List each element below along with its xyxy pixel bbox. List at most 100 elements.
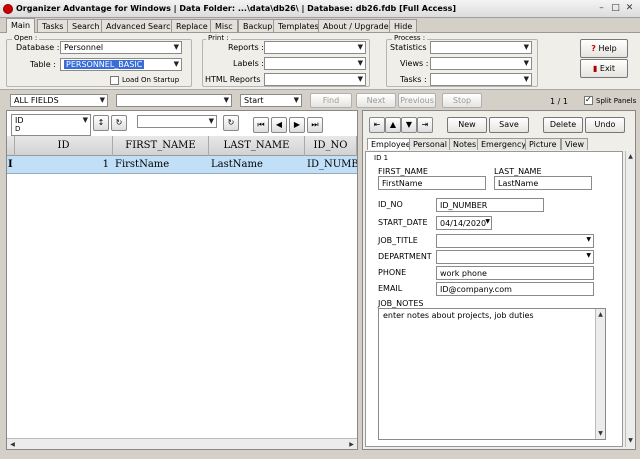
- last-record-icon[interactable]: ⏭: [307, 117, 323, 133]
- new-button[interactable]: New: [447, 117, 487, 133]
- tab-hide[interactable]: Hide: [389, 19, 418, 32]
- exit-button[interactable]: ▮ Exit: [580, 59, 628, 78]
- chevron-down-icon: ▼: [357, 75, 363, 83]
- tab-misc[interactable]: Misc: [210, 19, 238, 32]
- tab-advanced-search[interactable]: Advanced Search: [101, 19, 181, 32]
- cell-id-no[interactable]: ID_NUMBER: [305, 156, 357, 173]
- exit-label: Exit: [599, 64, 616, 73]
- tab-emergency[interactable]: Emergency: [477, 138, 531, 150]
- load-on-startup-checkbox[interactable]: [110, 76, 119, 85]
- column-header-id-no[interactable]: ID_NO: [305, 136, 357, 156]
- last-icon[interactable]: ⇥: [417, 117, 433, 133]
- scroll-up-icon[interactable]: ▲: [596, 310, 605, 319]
- scroll-left-icon[interactable]: ◀: [8, 440, 17, 449]
- html-reports-select[interactable]: ▼: [264, 73, 366, 86]
- employee-form: ID 1 FIRST_NAME LAST_NAME FirstName Last…: [365, 151, 623, 447]
- start-date-label: START_DATE: [378, 218, 428, 227]
- views-select[interactable]: ▼: [430, 57, 532, 70]
- column-header-id[interactable]: ID: [15, 136, 113, 156]
- database-select[interactable]: Personnel ▼: [60, 41, 182, 54]
- main-tabs: Main Tasks Search Advanced Search Replac…: [0, 18, 640, 33]
- maximize-button[interactable]: □: [610, 3, 621, 14]
- last-name-field[interactable]: LastName: [494, 176, 592, 190]
- filter-select[interactable]: ▼: [137, 115, 217, 128]
- tab-main[interactable]: Main: [6, 18, 36, 33]
- scroll-down-icon[interactable]: ▼: [596, 429, 605, 438]
- notes-scrollbar[interactable]: ▲ ▼: [595, 309, 605, 439]
- ribbon: Open : Database : Personnel ▼ Table : PE…: [0, 32, 640, 90]
- start-date-field[interactable]: 04/14/2020 ▼: [436, 216, 492, 230]
- scroll-down-icon[interactable]: ▼: [626, 436, 635, 445]
- chevron-down-icon: ▼: [357, 43, 363, 51]
- email-label: EMAIL: [378, 284, 403, 293]
- tab-personal[interactable]: Personal: [409, 138, 452, 150]
- tab-notes[interactable]: Notes: [449, 138, 481, 150]
- email-field[interactable]: ID@company.com: [436, 282, 594, 296]
- next-record-icon[interactable]: ▶: [289, 117, 305, 133]
- cell-id[interactable]: 1: [15, 156, 111, 173]
- refresh-icon[interactable]: ↻: [111, 115, 127, 131]
- table-value: PERSONNEL_BASIC: [64, 60, 145, 69]
- close-button[interactable]: ✕: [624, 3, 635, 14]
- job-title-select[interactable]: ▼: [436, 234, 594, 248]
- save-button[interactable]: Save: [489, 117, 529, 133]
- next-button[interactable]: Next: [356, 93, 396, 108]
- department-select[interactable]: ▼: [436, 250, 594, 264]
- tab-templates[interactable]: Templates: [273, 19, 324, 32]
- sort-direction-icon[interactable]: ↕: [93, 115, 109, 131]
- table-select[interactable]: PERSONNEL_BASIC ▼: [60, 58, 182, 71]
- tab-about-upgrade[interactable]: About / Upgrade: [318, 19, 394, 32]
- down-icon[interactable]: ▼: [401, 117, 417, 133]
- search-text-input[interactable]: ▼: [116, 94, 232, 107]
- chevron-down-icon: ▼: [173, 43, 179, 51]
- stop-button[interactable]: Stop: [442, 93, 482, 108]
- scroll-right-icon[interactable]: ▶: [347, 440, 356, 449]
- first-icon[interactable]: ⇤: [369, 117, 385, 133]
- database-label: Database :: [16, 43, 60, 52]
- cell-first-name[interactable]: FirstName: [113, 156, 207, 173]
- exit-icon: ▮: [592, 64, 598, 73]
- split-panels-checkbox[interactable]: [584, 95, 593, 105]
- tab-tasks[interactable]: Tasks: [37, 19, 69, 32]
- tab-picture[interactable]: Picture: [525, 138, 561, 150]
- chevron-down-icon: ▼: [523, 75, 529, 83]
- last-name-label: LAST_NAME: [494, 167, 542, 176]
- search-position-select[interactable]: Start ▼: [240, 94, 302, 107]
- horizontal-scrollbar[interactable]: ◀ ▶: [7, 438, 357, 449]
- first-name-field[interactable]: FirstName: [378, 176, 486, 190]
- sort-field-select[interactable]: ID D ▼: [11, 114, 91, 136]
- previous-button[interactable]: Previous: [398, 93, 436, 108]
- tab-employee[interactable]: Employee: [367, 138, 415, 150]
- column-header-last-name[interactable]: LAST_NAME: [209, 136, 305, 156]
- up-icon[interactable]: ▲: [385, 117, 401, 133]
- help-button[interactable]: ? Help: [580, 39, 628, 58]
- table-row[interactable]: I 1 FirstName LastName ID_NUMBER: [7, 156, 357, 174]
- prev-record-icon[interactable]: ◀: [271, 117, 287, 133]
- id-no-field[interactable]: ID_NUMBER: [436, 198, 544, 212]
- labels-select[interactable]: ▼: [264, 57, 366, 70]
- tab-view[interactable]: View: [561, 138, 588, 150]
- scroll-up-icon[interactable]: ▲: [626, 152, 635, 161]
- find-button[interactable]: Find: [310, 93, 352, 108]
- column-header-first-name[interactable]: FIRST_NAME: [113, 136, 209, 156]
- phone-label: PHONE: [378, 268, 407, 277]
- job-notes-textarea[interactable]: enter notes about projects, job duties ▲…: [378, 308, 606, 440]
- statistics-select[interactable]: ▼: [430, 41, 532, 54]
- reports-select[interactable]: ▼: [264, 41, 366, 54]
- job-notes-value: enter notes about projects, job duties: [383, 311, 534, 320]
- phone-field[interactable]: work phone: [436, 266, 594, 280]
- search-field-select[interactable]: ALL FIELDS ▼: [10, 94, 108, 107]
- minimize-button[interactable]: –: [596, 3, 607, 14]
- tab-backup[interactable]: Backup: [238, 19, 278, 32]
- delete-button[interactable]: Delete: [543, 117, 583, 133]
- form-scrollbar[interactable]: ▲ ▼: [625, 151, 635, 447]
- cell-last-name[interactable]: LastName: [209, 156, 303, 173]
- undo-button[interactable]: Undo: [585, 117, 625, 133]
- tasks-select[interactable]: ▼: [430, 73, 532, 86]
- refresh-filter-icon[interactable]: ↻: [223, 115, 239, 131]
- first-record-icon[interactable]: ⏮: [253, 117, 269, 133]
- chevron-down-icon: ▼: [586, 236, 591, 243]
- split-panels-label: Split Panels: [596, 97, 637, 105]
- tab-replace[interactable]: Replace: [171, 19, 213, 32]
- tab-search[interactable]: Search: [67, 19, 105, 32]
